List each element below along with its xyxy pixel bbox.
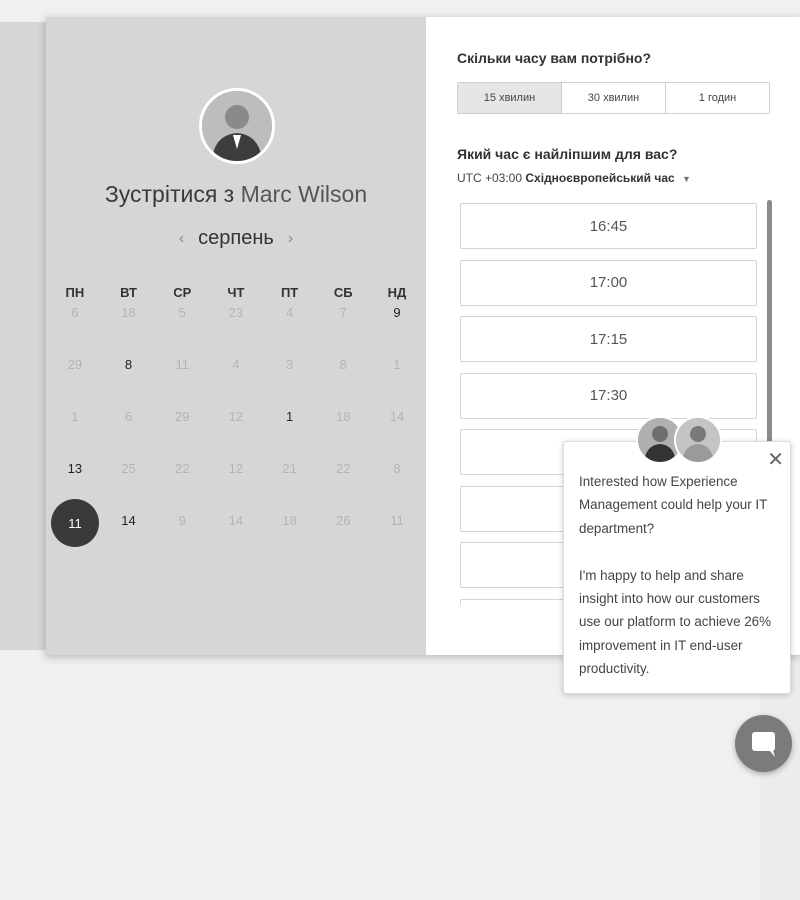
time-question: Який час є найліпшим для вас? [457, 146, 678, 162]
weekday-label: СБ [333, 285, 353, 300]
calendar-day: 7 [339, 305, 347, 320]
calendar-day: 1 [393, 357, 401, 372]
time-slot[interactable]: 16:45 [460, 203, 757, 249]
calendar-day: 8 [393, 461, 401, 476]
calendar-day: 29 [174, 409, 190, 424]
month-label: серпень [198, 227, 274, 249]
calendar-day: 11 [390, 513, 404, 528]
calendar-day: 6 [71, 305, 79, 320]
calendar-day: 5 [178, 305, 186, 320]
agent-avatar [674, 416, 722, 464]
close-icon[interactable]: ✕ [767, 450, 784, 470]
time-slot[interactable]: 17:15 [460, 316, 757, 362]
calendar-day: 26 [336, 513, 351, 528]
caret-down-icon: ▼ [682, 174, 691, 184]
popup-message: Interested how Experience Management cou… [579, 470, 779, 704]
person-icon [676, 418, 720, 462]
calendar-day: 14 [389, 409, 405, 424]
host-avatar [199, 88, 275, 164]
popup-paragraph: I'm happy to help and share insight into… [579, 567, 772, 677]
calendar-day: 18 [282, 513, 297, 528]
time-slot[interactable]: 17:30 [460, 372, 757, 419]
calendar-pane: Зустрітися з Marc Wilson ‹ серпень › ПН … [46, 17, 426, 655]
calendar-day: 3 [285, 357, 294, 372]
duration-option-30[interactable]: 30 хвилин [562, 83, 666, 113]
calendar-day-available[interactable]: 8 [102, 357, 156, 409]
duration-option-60[interactable]: 1 годин [666, 83, 769, 113]
chat-popup: ✕ Interested how Experience Management c… [563, 441, 791, 694]
meet-prefix: Зустрітися з [104, 181, 235, 207]
backdrop-strip [0, 22, 48, 650]
person-icon [202, 91, 272, 161]
calendar-days: 6 18 5 23 4 7 9 29 8 11 4 3 8 1 1 6 29 1… [48, 305, 424, 565]
meet-title: Зустрітися з Marc Wilson [46, 181, 426, 208]
timezone-offset: UTC +03:00 [457, 171, 523, 185]
weekday-label: СР [173, 285, 192, 300]
popup-paragraph: Interested how Experience Management cou… [579, 474, 768, 536]
calendar-day: 18 [121, 305, 136, 320]
calendar-day: 4 [285, 305, 294, 320]
timezone-name: Східноєвропейський час [525, 171, 675, 185]
weekday-header: ПН ВТ СР ЧТ ПТ СБ НД [48, 285, 424, 300]
calendar-day-available[interactable]: 1 [263, 409, 317, 461]
chevron-right-icon[interactable]: › [288, 230, 293, 248]
calendar-day: 11 [175, 357, 189, 372]
chat-bubble-icon [752, 732, 775, 757]
calendar-day-selected[interactable]: 11 [51, 499, 99, 547]
calendar-day: 9 [178, 513, 186, 528]
calendar-day: 4 [232, 357, 240, 372]
time-slot[interactable]: 17:00 [460, 259, 757, 306]
weekday-label: НД [387, 285, 407, 300]
calendar-day: 22 [336, 461, 351, 476]
calendar-day-available[interactable]: 9 [370, 305, 424, 357]
chevron-left-icon[interactable]: ‹ [179, 230, 184, 248]
month-nav: ‹ серпень › [46, 227, 426, 250]
calendar-day: 1 [71, 409, 79, 424]
weekday-label: ЧТ [227, 285, 245, 300]
calendar-day: 12 [228, 461, 244, 476]
agent-avatars [636, 416, 722, 464]
calendar-day: 18 [336, 409, 351, 424]
host-name: Marc Wilson [240, 181, 368, 207]
calendar-day: 29 [67, 357, 83, 372]
calendar-day-available[interactable]: 14 [102, 513, 156, 565]
calendar-day: 23 [228, 305, 244, 320]
chat-launcher-button[interactable] [735, 715, 792, 772]
page: Зустрітися з Marc Wilson ‹ серпень › ПН … [0, 0, 800, 900]
calendar-day: 12 [228, 409, 244, 424]
calendar-day: 6 [124, 409, 133, 424]
calendar-day: 22 [174, 461, 190, 476]
selected-day-label: 11 [68, 515, 82, 531]
weekday-label: ВТ [120, 285, 137, 300]
weekday-label: ПН [65, 285, 85, 300]
calendar-day: 14 [228, 513, 244, 528]
calendar-day: 8 [339, 357, 347, 372]
weekday-label: ПТ [280, 285, 299, 300]
timezone-selector[interactable]: UTC +03:00 Східноєвропейський час ▼ [457, 171, 691, 185]
duration-selector: 15 хвилин 30 хвилин 1 годин [457, 82, 770, 114]
duration-question: Скільки часу вам потрібно? [457, 50, 652, 66]
calendar-day: 25 [121, 461, 136, 476]
duration-option-15[interactable]: 15 хвилин [458, 83, 562, 113]
calendar-day: 21 [282, 461, 297, 476]
